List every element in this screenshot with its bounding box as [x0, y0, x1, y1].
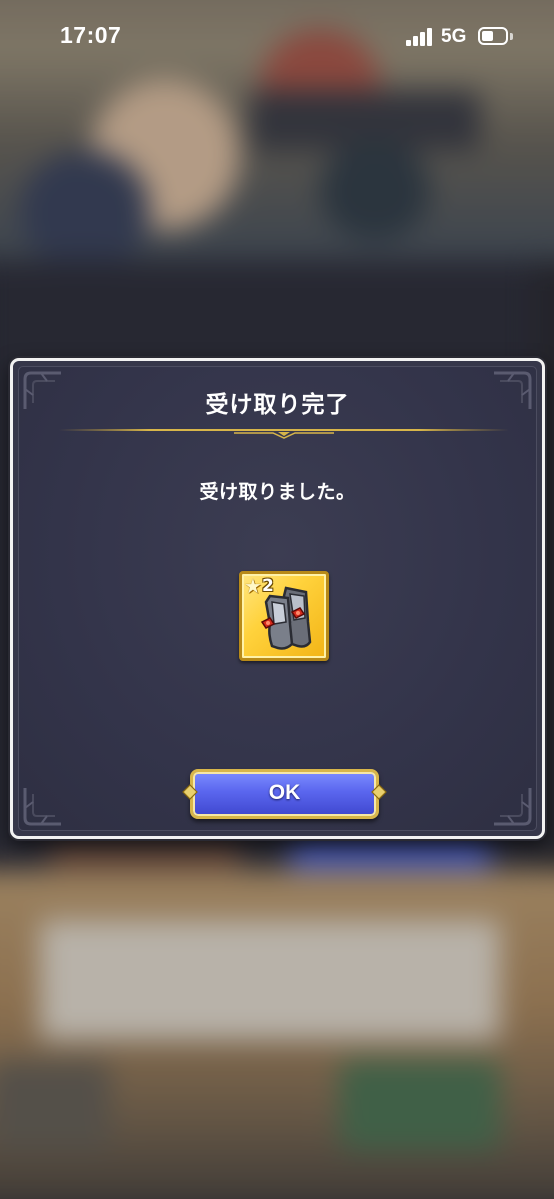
ok-button[interactable]: OK — [182, 767, 387, 821]
dialog-message: 受け取りました。 — [199, 481, 356, 503]
rarity-value: 2 — [261, 576, 274, 596]
network-label: 5G — [441, 26, 467, 47]
reward-received-dialog: 受け取り完了 受け取りました。 ★ 2 OK — [10, 358, 545, 839]
battery-icon — [478, 27, 508, 45]
rarity-badge: ★ 2 — [244, 576, 274, 596]
status-time: 17:07 — [60, 22, 122, 48]
corner-ornament-icon — [494, 788, 532, 826]
signal-icon — [406, 28, 434, 46]
reward-item[interactable]: ★ 2 — [239, 571, 329, 661]
ok-button-label: OK — [268, 781, 301, 804]
status-bar: 17:07 5G — [0, 0, 554, 75]
star-icon: ★ — [244, 574, 262, 598]
corner-ornament-icon — [23, 788, 61, 826]
dialog-title: 受け取り完了 — [205, 392, 350, 418]
title-divider — [59, 429, 509, 439]
